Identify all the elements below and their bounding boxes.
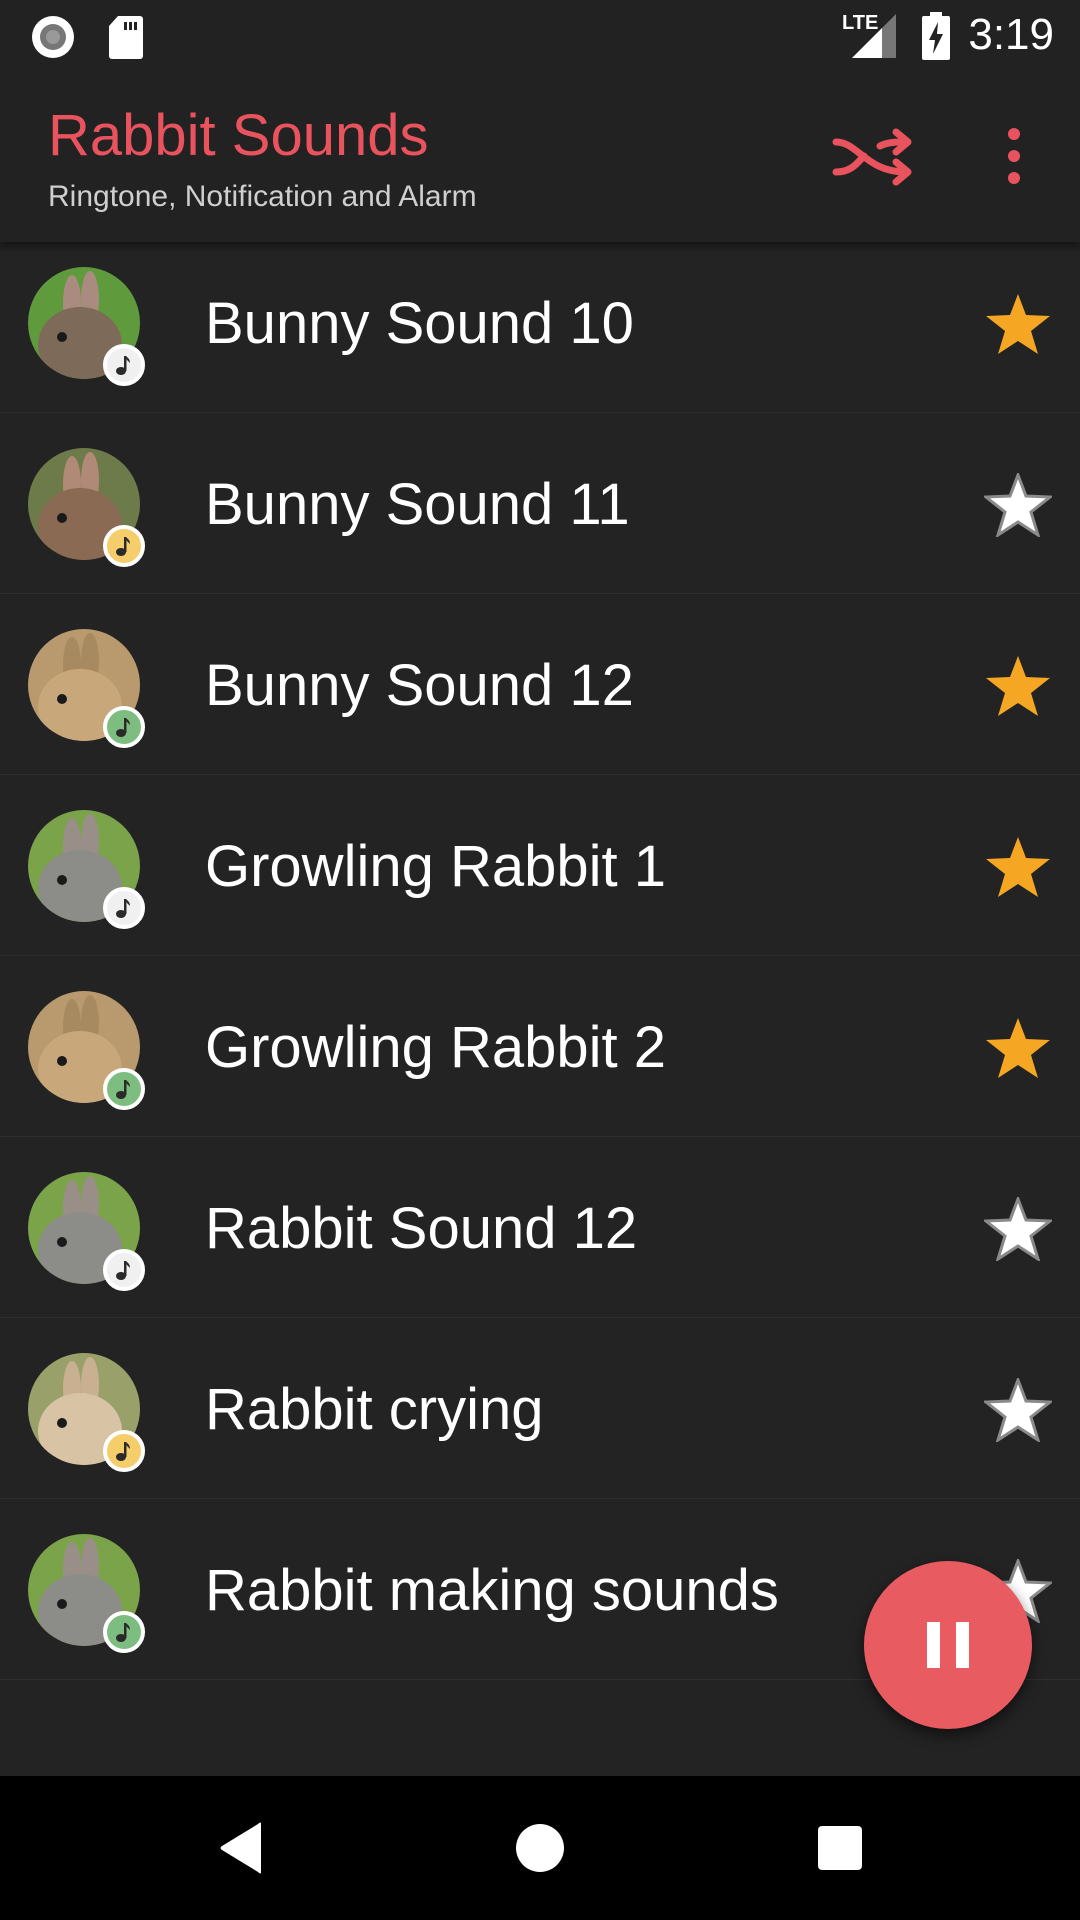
sound-type-badge (103, 706, 145, 748)
shuffle-button[interactable] (832, 122, 918, 192)
sound-title: Rabbit making sounds (205, 1558, 779, 1623)
sound-type-badge (103, 525, 145, 567)
sound-title: Rabbit crying (205, 1377, 544, 1442)
sound-type-badge (103, 887, 145, 929)
favorite-star-filled-icon[interactable] (984, 654, 1052, 718)
favorite-star-empty-icon[interactable] (984, 1197, 1052, 1261)
home-icon (516, 1824, 564, 1872)
sound-row[interactable]: Bunny Sound 12 (0, 594, 1080, 775)
sound-type-badge (103, 1068, 145, 1110)
pause-button[interactable] (864, 1561, 1032, 1729)
sound-row[interactable]: Bunny Sound 11 (0, 413, 1080, 594)
favorite-star-empty-icon[interactable] (984, 473, 1052, 537)
sound-list[interactable]: Bunny Sound 9Bunny Sound 10Bunny Sound 1… (0, 86, 1080, 1680)
sound-title: Rabbit Sound 12 (205, 1196, 638, 1261)
sound-row[interactable]: Growling Rabbit 1 (0, 775, 1080, 956)
music-note-icon (116, 537, 130, 556)
battery-charging-icon (922, 12, 950, 60)
pause-icon-bar-left (927, 1622, 940, 1668)
sound-row[interactable]: Bunny Sound 10 (0, 232, 1080, 413)
music-note-icon (116, 899, 130, 918)
status-bar: LTE 3:19 (0, 0, 1080, 72)
screen: LTE 3:19 Rabbit Sounds Ringtone, Notific… (0, 0, 1080, 1920)
sound-type-badge (103, 344, 145, 386)
shuffle-icon (832, 128, 912, 186)
lte-signal-icon (852, 14, 896, 58)
music-note-icon (116, 1623, 130, 1642)
sound-row[interactable]: Rabbit crying (0, 1318, 1080, 1499)
app-bar: Rabbit Sounds Ringtone, Notification and… (0, 72, 1080, 242)
sound-title: Growling Rabbit 1 (205, 834, 666, 899)
recents-icon (818, 1826, 862, 1870)
favorite-star-empty-icon[interactable] (984, 1378, 1052, 1442)
home-button[interactable] (504, 1812, 576, 1884)
back-button[interactable] (206, 1812, 278, 1884)
music-note-icon (116, 1080, 130, 1099)
recents-button[interactable] (804, 1812, 876, 1884)
sd-card-icon (109, 16, 143, 59)
status-time: 3:19 (968, 10, 1054, 59)
more-vert-icon (1008, 128, 1020, 184)
music-note-icon (116, 356, 130, 375)
sound-row[interactable]: Growling Rabbit 2 (0, 956, 1080, 1137)
sound-type-badge (103, 1249, 145, 1291)
music-note-icon (116, 718, 130, 737)
favorite-star-filled-icon[interactable] (984, 292, 1052, 356)
back-icon (220, 1822, 261, 1874)
app-subtitle: Ringtone, Notification and Alarm (48, 180, 477, 213)
navigation-bar (0, 1776, 1080, 1920)
more-options-button[interactable] (988, 122, 1040, 192)
favorite-star-filled-icon[interactable] (984, 835, 1052, 899)
sound-title: Bunny Sound 11 (205, 472, 630, 537)
pause-icon-bar-right (956, 1622, 969, 1668)
sound-type-badge (103, 1611, 145, 1653)
sound-title: Growling Rabbit 2 (205, 1015, 666, 1080)
record-icon (32, 16, 74, 58)
music-note-icon (116, 1261, 130, 1280)
favorite-star-filled-icon[interactable] (984, 1016, 1052, 1080)
sound-title: Bunny Sound 10 (205, 291, 634, 356)
app-title: Rabbit Sounds (48, 103, 429, 168)
sound-row[interactable]: Rabbit Sound 12 (0, 1137, 1080, 1318)
sound-type-badge (103, 1430, 145, 1472)
music-note-icon (116, 1442, 130, 1461)
sound-title: Bunny Sound 12 (205, 653, 634, 718)
